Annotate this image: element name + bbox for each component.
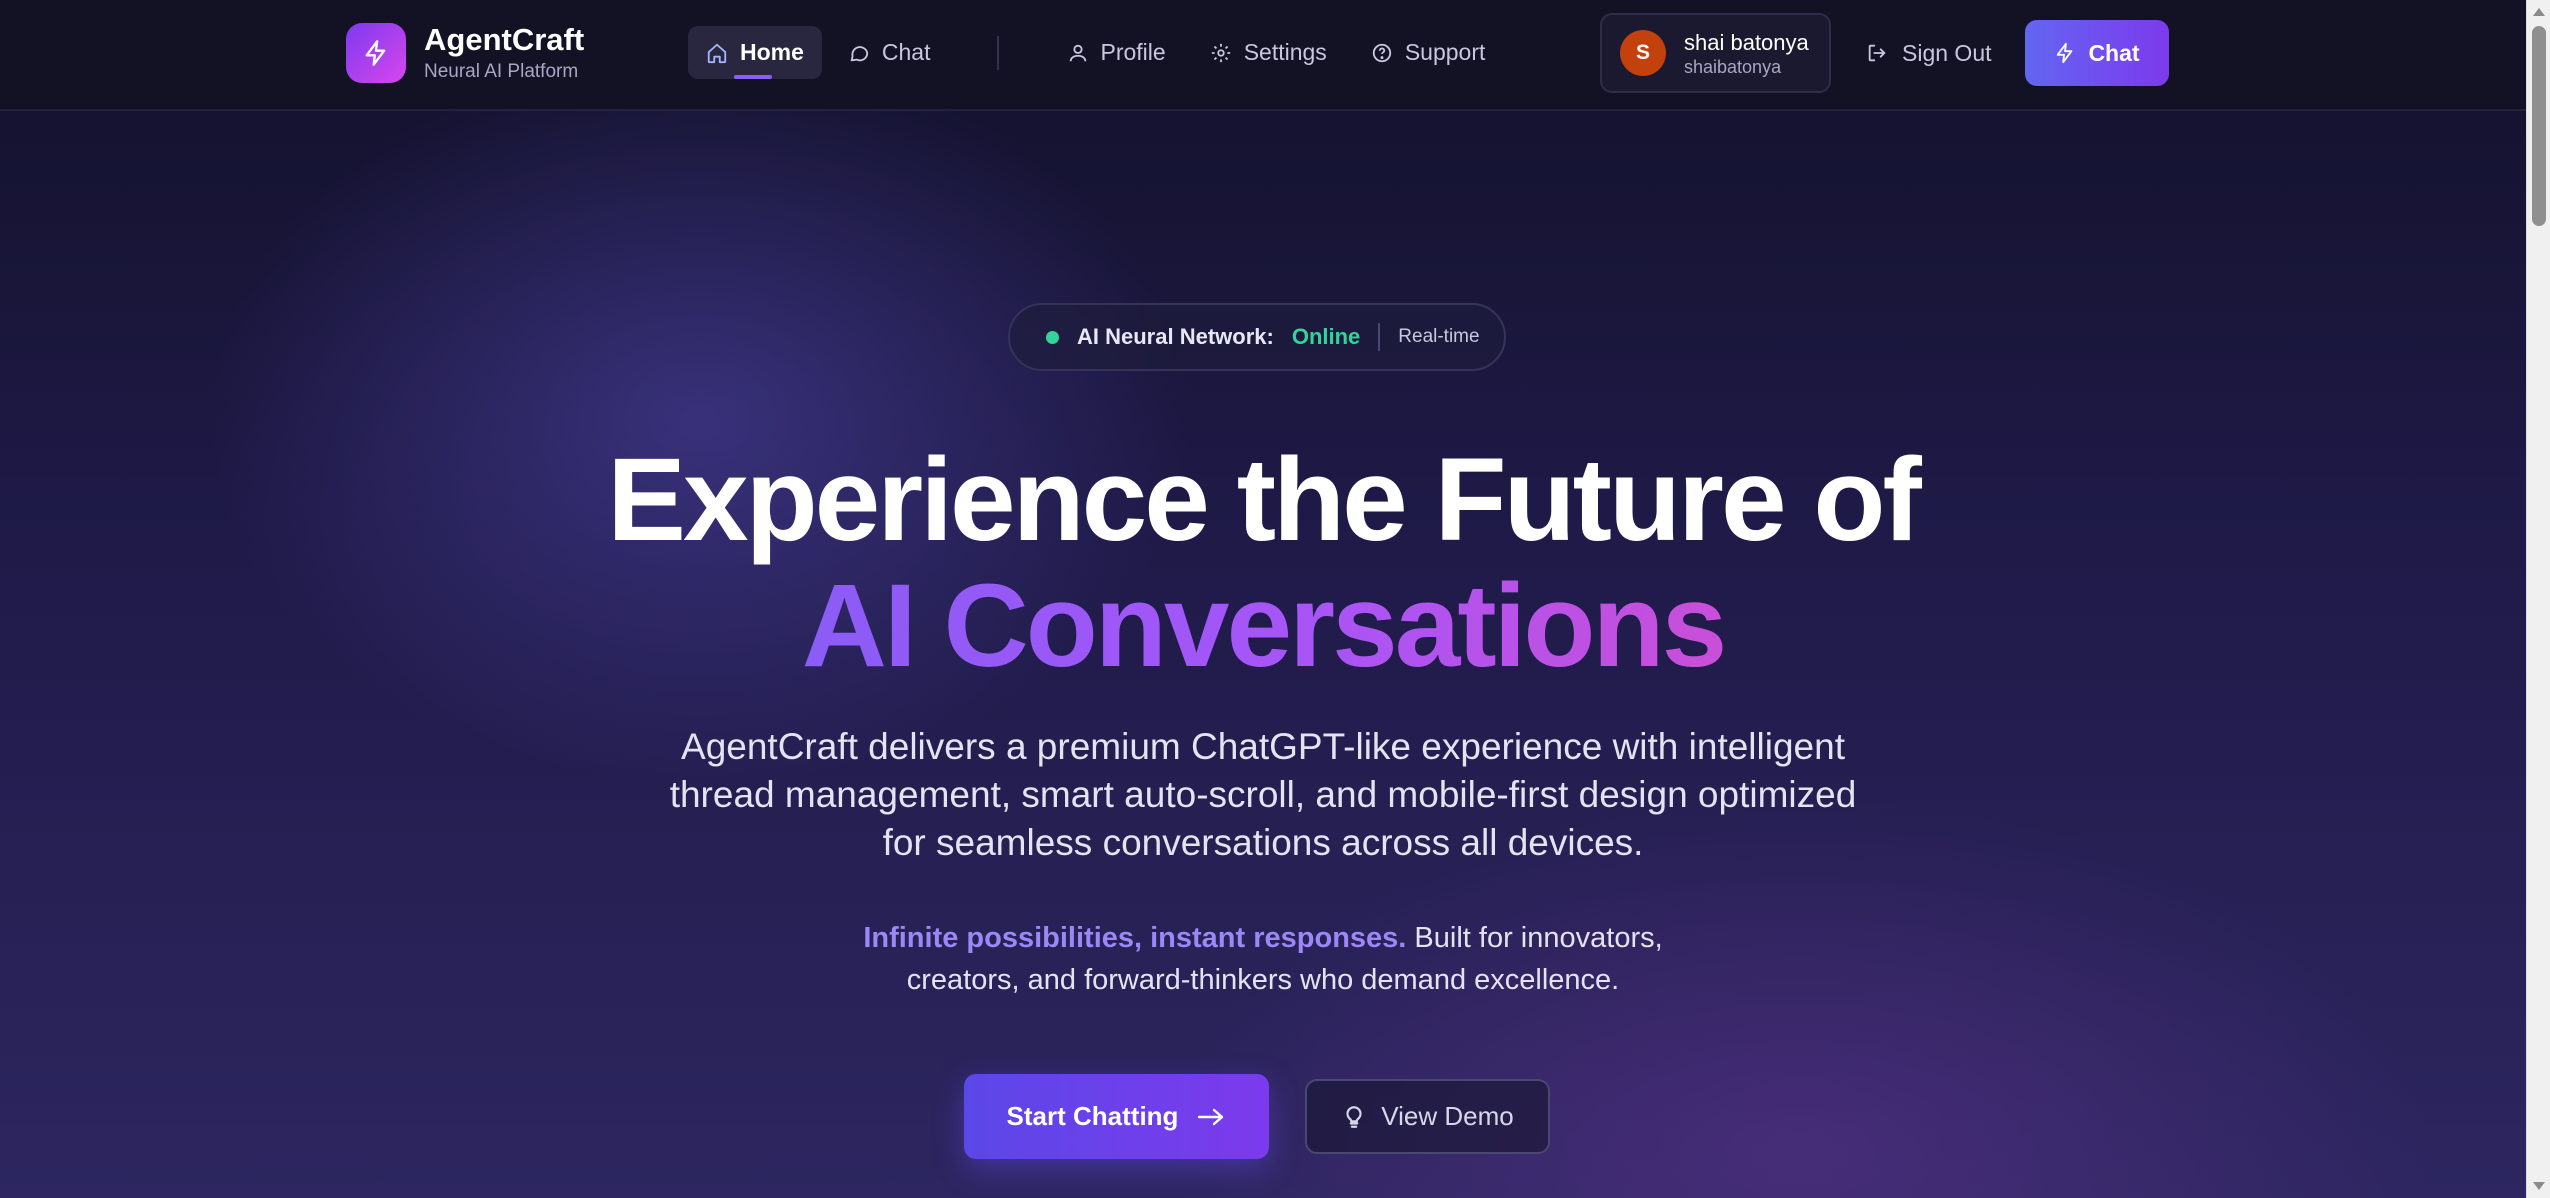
bolt-icon xyxy=(346,23,406,83)
chat-button-label: Chat xyxy=(2088,39,2140,66)
lightbulb-icon xyxy=(1346,1105,1362,1128)
user-name: shai batonya xyxy=(1684,29,1809,55)
user-card[interactable]: S shai batonya shaibatonya xyxy=(1600,13,1831,93)
gear-icon xyxy=(1211,43,1230,62)
hero-tagline: Infinite possibilities, instant response… xyxy=(820,917,1706,1001)
nav-item-chat[interactable]: Chat xyxy=(830,26,949,79)
hero-description: AgentCraft delivers a premium ChatGPT-li… xyxy=(669,726,1857,863)
scroll-thumb[interactable] xyxy=(2532,26,2546,226)
tagline-highlight: Infinite possibilities, instant response… xyxy=(863,922,1407,954)
nav-item-settings[interactable]: Settings xyxy=(1192,26,1345,79)
status-label: AI Neural Network: xyxy=(1077,324,1274,349)
chat-button[interactable]: Chat xyxy=(2025,20,2169,86)
nav-item-label: Home xyxy=(740,39,804,65)
status-mode: Real-time xyxy=(1398,326,1480,347)
page: AgentCraft Neural AI Platform Home Chat … xyxy=(0,0,2526,1198)
view-demo-label: View Demo xyxy=(1381,1101,1514,1131)
chat-bubble-icon xyxy=(850,45,869,61)
hero-title-gradient: AI Conversations xyxy=(801,560,1727,692)
online-dot-icon xyxy=(1046,330,1059,344)
nav-item-home[interactable]: Home xyxy=(688,26,822,79)
help-circle-icon xyxy=(1372,43,1391,62)
nav-item-support[interactable]: Support xyxy=(1353,26,1504,79)
main-nav: Home Chat Profile Settings Support xyxy=(688,26,1503,79)
brand[interactable]: AgentCraft Neural AI Platform xyxy=(346,22,584,84)
status-divider xyxy=(1378,323,1381,351)
sign-out-icon xyxy=(1868,44,1886,62)
nav-item-label: Profile xyxy=(1100,39,1166,65)
nav-divider xyxy=(996,35,999,70)
status-badge: AI Neural Network: Online Real-time xyxy=(1008,303,1506,371)
user-handle: shaibatonya xyxy=(1684,56,1782,77)
hero-title-line2: AI Conversations xyxy=(0,562,2526,690)
scrollbar[interactable] xyxy=(2526,0,2550,1198)
start-chatting-label: Start Chatting xyxy=(1006,1101,1179,1131)
start-chatting-button[interactable]: Start Chatting xyxy=(964,1074,1269,1159)
sign-out-button[interactable]: Sign Out xyxy=(1866,30,1992,76)
nav-item-label: Support xyxy=(1404,39,1486,65)
brand-name: AgentCraft xyxy=(424,22,585,57)
nav-item-profile[interactable]: Profile xyxy=(1049,26,1184,79)
top-navbar: AgentCraft Neural AI Platform Home Chat … xyxy=(0,0,2526,111)
scroll-down-arrow-icon[interactable] xyxy=(2533,1182,2545,1190)
sign-out-label: Sign Out xyxy=(1902,39,1992,66)
view-demo-button[interactable]: View Demo xyxy=(1305,1079,1550,1154)
user-icon xyxy=(1069,44,1086,61)
nav-item-label: Chat xyxy=(881,39,931,65)
status-value: Online xyxy=(1291,324,1361,349)
home-icon xyxy=(707,43,727,63)
bolt-icon xyxy=(2057,42,2073,64)
avatar: S xyxy=(1620,30,1666,76)
scroll-up-arrow-icon[interactable] xyxy=(2533,8,2545,16)
hero-title-line1: Experience the Future of xyxy=(607,434,1922,566)
arrow-right-icon xyxy=(1198,1108,1224,1125)
nav-item-label: Settings xyxy=(1243,39,1327,65)
brand-subtitle: Neural AI Platform xyxy=(424,61,579,82)
